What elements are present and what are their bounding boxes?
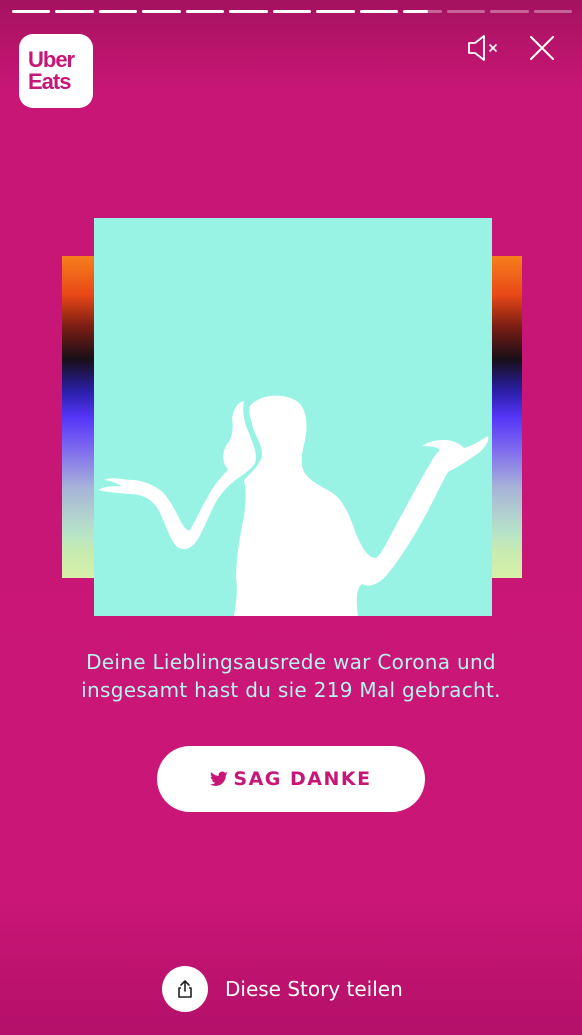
progress-segment-fill bbox=[403, 10, 429, 13]
progress-segment bbox=[142, 10, 181, 13]
logo-line-uber: Uber bbox=[28, 47, 75, 72]
progress-segment bbox=[533, 10, 573, 13]
sag-danke-label: SAG DANKE bbox=[233, 768, 372, 790]
gradient-strip-right bbox=[490, 256, 522, 578]
share-story-row[interactable]: Diese Story teilen bbox=[162, 965, 403, 1013]
progress-segment bbox=[229, 10, 268, 13]
caption-line-1: Deine Lieblingsausrede war Corona und bbox=[86, 650, 496, 674]
progress-segment bbox=[403, 10, 442, 13]
progress-segment bbox=[55, 10, 94, 13]
twitter-bird-icon bbox=[210, 771, 229, 786]
progress-segment bbox=[98, 10, 138, 13]
story-progress-bar bbox=[12, 10, 573, 13]
speaker-muted-icon bbox=[468, 35, 497, 61]
logo-line-eats: Eats bbox=[28, 69, 71, 94]
close-icon bbox=[530, 36, 554, 60]
close-button[interactable] bbox=[529, 35, 555, 61]
progress-segment bbox=[490, 10, 529, 13]
caption-line-2: insgesamt hast du sie 219 Mal gebracht. bbox=[81, 678, 501, 702]
progress-segment bbox=[446, 10, 486, 13]
progress-segment bbox=[316, 10, 355, 13]
progress-segment bbox=[359, 10, 399, 13]
share-story-label[interactable]: Diese Story teilen bbox=[225, 977, 403, 1001]
mute-button[interactable] bbox=[466, 33, 502, 63]
progress-segment bbox=[185, 10, 225, 13]
story-caption: Deine Lieblingsausrede war Corona und in… bbox=[20, 648, 562, 704]
share-icon bbox=[178, 980, 192, 998]
uber-eats-logo: Uber Eats bbox=[19, 34, 93, 108]
shrug-silhouette-image bbox=[94, 218, 492, 616]
sag-danke-button[interactable]: SAG DANKE bbox=[157, 746, 425, 812]
progress-segment bbox=[272, 10, 312, 13]
gradient-strip-left bbox=[62, 256, 94, 578]
share-button[interactable] bbox=[162, 966, 208, 1012]
progress-segment bbox=[12, 10, 51, 13]
